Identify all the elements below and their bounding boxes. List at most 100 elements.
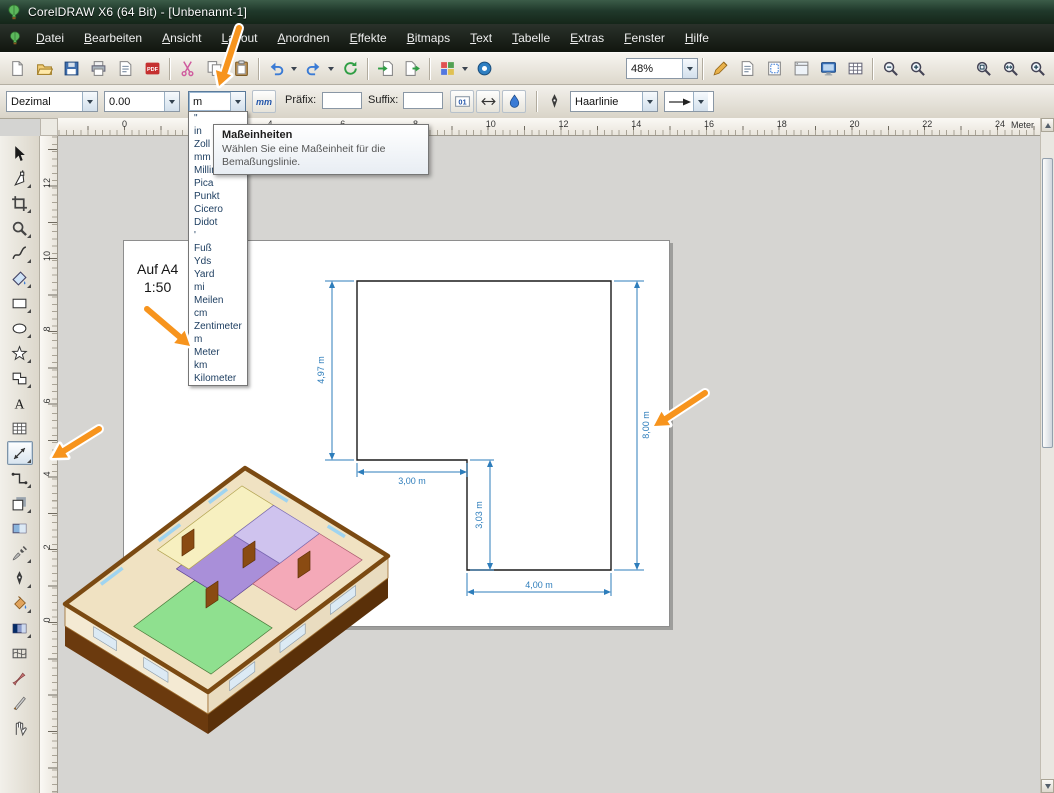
line-style-combo[interactable] bbox=[664, 91, 714, 112]
fullscreen-preview-button[interactable] bbox=[815, 56, 841, 82]
tool-transparency[interactable] bbox=[7, 516, 33, 540]
unit-option-15[interactable]: cm bbox=[189, 307, 247, 320]
tool-interactive-fill[interactable] bbox=[7, 616, 33, 640]
tool-rectangle[interactable] bbox=[7, 291, 33, 315]
chevron-down-icon[interactable] bbox=[230, 92, 245, 111]
unit-option-19[interactable]: km bbox=[189, 359, 247, 372]
redo-button[interactable] bbox=[300, 56, 326, 82]
copy-button[interactable] bbox=[201, 56, 227, 82]
menu-effekte[interactable]: Effekte bbox=[340, 24, 397, 52]
document-properties-button[interactable] bbox=[734, 56, 760, 82]
unit-option-12[interactable]: Yard bbox=[189, 268, 247, 281]
isometric-house[interactable] bbox=[62, 465, 391, 734]
ruler-origin[interactable] bbox=[40, 118, 58, 136]
unit-option-11[interactable]: Yds bbox=[189, 255, 247, 268]
zoom-in-button[interactable] bbox=[904, 56, 930, 82]
tool-pick[interactable] bbox=[7, 141, 33, 165]
tool-shape[interactable] bbox=[7, 166, 33, 190]
scroll-down-button[interactable] bbox=[1041, 779, 1054, 793]
tool-table[interactable] bbox=[7, 416, 33, 440]
view-grid-button[interactable] bbox=[842, 56, 868, 82]
dimension-style-combo[interactable]: Dezimal bbox=[6, 91, 98, 112]
print-button[interactable] bbox=[85, 56, 111, 82]
import-button[interactable] bbox=[372, 56, 398, 82]
paste-button[interactable] bbox=[228, 56, 254, 82]
open-button[interactable] bbox=[31, 56, 57, 82]
suffix-input[interactable] bbox=[403, 92, 443, 109]
zoom-out-button[interactable] bbox=[877, 56, 903, 82]
undo-dropdown-caret[interactable] bbox=[289, 56, 299, 82]
unit-option-20[interactable]: Kilometer bbox=[189, 372, 247, 385]
outline-width-combo[interactable]: Haarlinie bbox=[570, 91, 658, 112]
zoom-level-combo[interactable]: 48% bbox=[626, 58, 698, 79]
unit-option-6[interactable]: Punkt bbox=[189, 190, 247, 203]
clipboard-view-button[interactable] bbox=[788, 56, 814, 82]
tool-fill[interactable] bbox=[7, 591, 33, 615]
vertical-ruler[interactable]: 12 10 8 6 4 2 0 bbox=[40, 136, 58, 793]
chevron-down-icon[interactable] bbox=[682, 59, 697, 78]
zoom-to-selection-button[interactable] bbox=[1024, 56, 1050, 82]
unit-option-7[interactable]: Cicero bbox=[189, 203, 247, 216]
menu-extras[interactable]: Extras bbox=[560, 24, 614, 52]
prefix-input[interactable] bbox=[322, 92, 362, 109]
refresh-button[interactable] bbox=[337, 56, 363, 82]
dimension-text-position-button[interactable] bbox=[476, 90, 500, 113]
tool-knife[interactable] bbox=[7, 691, 33, 715]
unit-option-10[interactable]: Fuß bbox=[189, 242, 247, 255]
publish-pdf-button[interactable] bbox=[139, 56, 165, 82]
unit-option-5[interactable]: Pica bbox=[189, 177, 247, 190]
zoom-to-fit-button[interactable] bbox=[997, 56, 1023, 82]
tool-polygon[interactable] bbox=[7, 341, 33, 365]
dimension-units-combo[interactable]: m bbox=[188, 91, 246, 112]
corel-connect-button[interactable] bbox=[471, 56, 497, 82]
tool-text[interactable] bbox=[7, 391, 33, 415]
tool-zoom[interactable] bbox=[7, 216, 33, 240]
chevron-down-icon[interactable] bbox=[164, 92, 179, 111]
menu-anordnen[interactable]: Anordnen bbox=[268, 24, 340, 52]
application-launcher-button[interactable] bbox=[434, 56, 460, 82]
new-document-button[interactable] bbox=[4, 56, 30, 82]
scrollbar-thumb[interactable] bbox=[1042, 158, 1053, 448]
unit-option-13[interactable]: mi bbox=[189, 281, 247, 294]
menu-text[interactable]: Text bbox=[460, 24, 502, 52]
print-preview-button[interactable] bbox=[112, 56, 138, 82]
dynamic-dimensioning-button[interactable] bbox=[450, 90, 474, 113]
tool-connector[interactable] bbox=[7, 466, 33, 490]
tool-smart-fill[interactable] bbox=[7, 266, 33, 290]
export-button[interactable] bbox=[399, 56, 425, 82]
menu-layout[interactable]: Layout bbox=[211, 24, 267, 52]
menu-fenster[interactable]: Fenster bbox=[614, 24, 675, 52]
dimension-precision-combo[interactable]: 0.00 bbox=[104, 91, 180, 112]
menu-datei[interactable]: Datei bbox=[26, 24, 74, 52]
page-layout-button[interactable] bbox=[761, 56, 787, 82]
undo-button[interactable] bbox=[263, 56, 289, 82]
zoom-to-page-button[interactable] bbox=[970, 56, 996, 82]
unit-option-17[interactable]: m bbox=[189, 333, 247, 346]
chevron-down-icon[interactable] bbox=[642, 92, 657, 111]
artistic-pen-button[interactable] bbox=[707, 56, 733, 82]
unit-option-8[interactable]: Didot bbox=[189, 216, 247, 229]
menu-hilfe[interactable]: Hilfe bbox=[675, 24, 719, 52]
tool-ellipse[interactable] bbox=[7, 316, 33, 340]
outline-color-button[interactable] bbox=[502, 90, 526, 113]
application-launcher-dropdown-caret[interactable] bbox=[460, 56, 470, 82]
menu-bitmaps[interactable]: Bitmaps bbox=[397, 24, 460, 52]
unit-option-9[interactable]: ' bbox=[189, 229, 247, 242]
tool-freehand[interactable] bbox=[7, 241, 33, 265]
menu-bearbeiten[interactable]: Bearbeiten bbox=[74, 24, 152, 52]
tool-basic-shapes[interactable] bbox=[7, 366, 33, 390]
vertical-scrollbar[interactable] bbox=[1040, 118, 1054, 793]
tool-mesh-fill[interactable] bbox=[7, 641, 33, 665]
tool-outline-pen[interactable] bbox=[7, 566, 33, 590]
tool-parallel-dimension[interactable] bbox=[6, 441, 33, 465]
tool-color-eyedropper[interactable] bbox=[7, 541, 33, 565]
unit-option-18[interactable]: Meter bbox=[189, 346, 247, 359]
tool-pan[interactable] bbox=[7, 716, 33, 740]
tool-crop[interactable] bbox=[7, 191, 33, 215]
cut-button[interactable] bbox=[174, 56, 200, 82]
chevron-down-icon[interactable] bbox=[82, 92, 97, 111]
unit-option-14[interactable]: Meilen bbox=[189, 294, 247, 307]
floor-plan-outline[interactable] bbox=[356, 280, 612, 571]
save-button[interactable] bbox=[58, 56, 84, 82]
unit-option-16[interactable]: Zentimeter bbox=[189, 320, 247, 333]
